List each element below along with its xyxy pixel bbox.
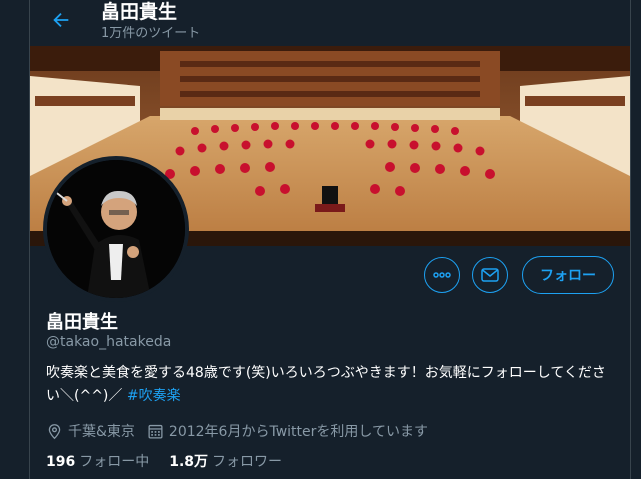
followers-label: フォロワー (212, 454, 283, 470)
header-tweet-count: 1万件のツイート (101, 26, 201, 41)
profile-column: 畠田貴生 1万件のツイート フォロー 畠田貴生 @takao_hatakeda … (29, 0, 631, 479)
location-pin-icon (48, 423, 61, 439)
back-arrow-icon (53, 12, 69, 28)
location-text: 千葉&東京 (68, 424, 135, 440)
message-button[interactable] (472, 257, 508, 293)
more-options-button[interactable] (424, 257, 460, 293)
profile-bio: 吹奏楽と美食を愛する48歳です(笑)いろいろつぶやきます！お気軽にフォローしてく… (46, 362, 618, 408)
mail-icon (481, 268, 499, 282)
profile-joined: 2012年6月からTwitterを利用しています (147, 421, 428, 441)
profile-location: 千葉&東京 (46, 421, 135, 441)
profile-name: 畠田貴生 (46, 312, 118, 333)
avatar-image (47, 160, 185, 298)
header-name: 畠田貴生 (101, 1, 178, 23)
profile-stats: 196 フォロー中 1.8万 フォロワー (46, 451, 302, 471)
follow-button[interactable]: フォロー (522, 256, 614, 294)
followers-link[interactable]: 1.8万 フォロワー (169, 451, 282, 471)
joined-text: 2012年6月からTwitterを利用しています (168, 424, 428, 440)
following-label: フォロー中 (79, 454, 150, 470)
followers-count: 1.8万 (169, 454, 209, 470)
back-button[interactable] (50, 9, 72, 31)
profile-handle: @takao_hatakeda (46, 334, 172, 350)
profile-avatar[interactable] (43, 156, 189, 302)
following-count: 196 (46, 454, 76, 470)
following-link[interactable]: 196 フォロー中 (46, 451, 149, 471)
profile-meta: 千葉&東京 2012年6月からTwitterを利用しています (46, 421, 440, 441)
bio-hashtag-link[interactable]: #吹奏楽 (127, 388, 181, 404)
more-dots-icon (433, 272, 451, 278)
profile-header: 畠田貴生 1万件のツイート (30, 0, 630, 46)
calendar-icon (148, 424, 163, 439)
